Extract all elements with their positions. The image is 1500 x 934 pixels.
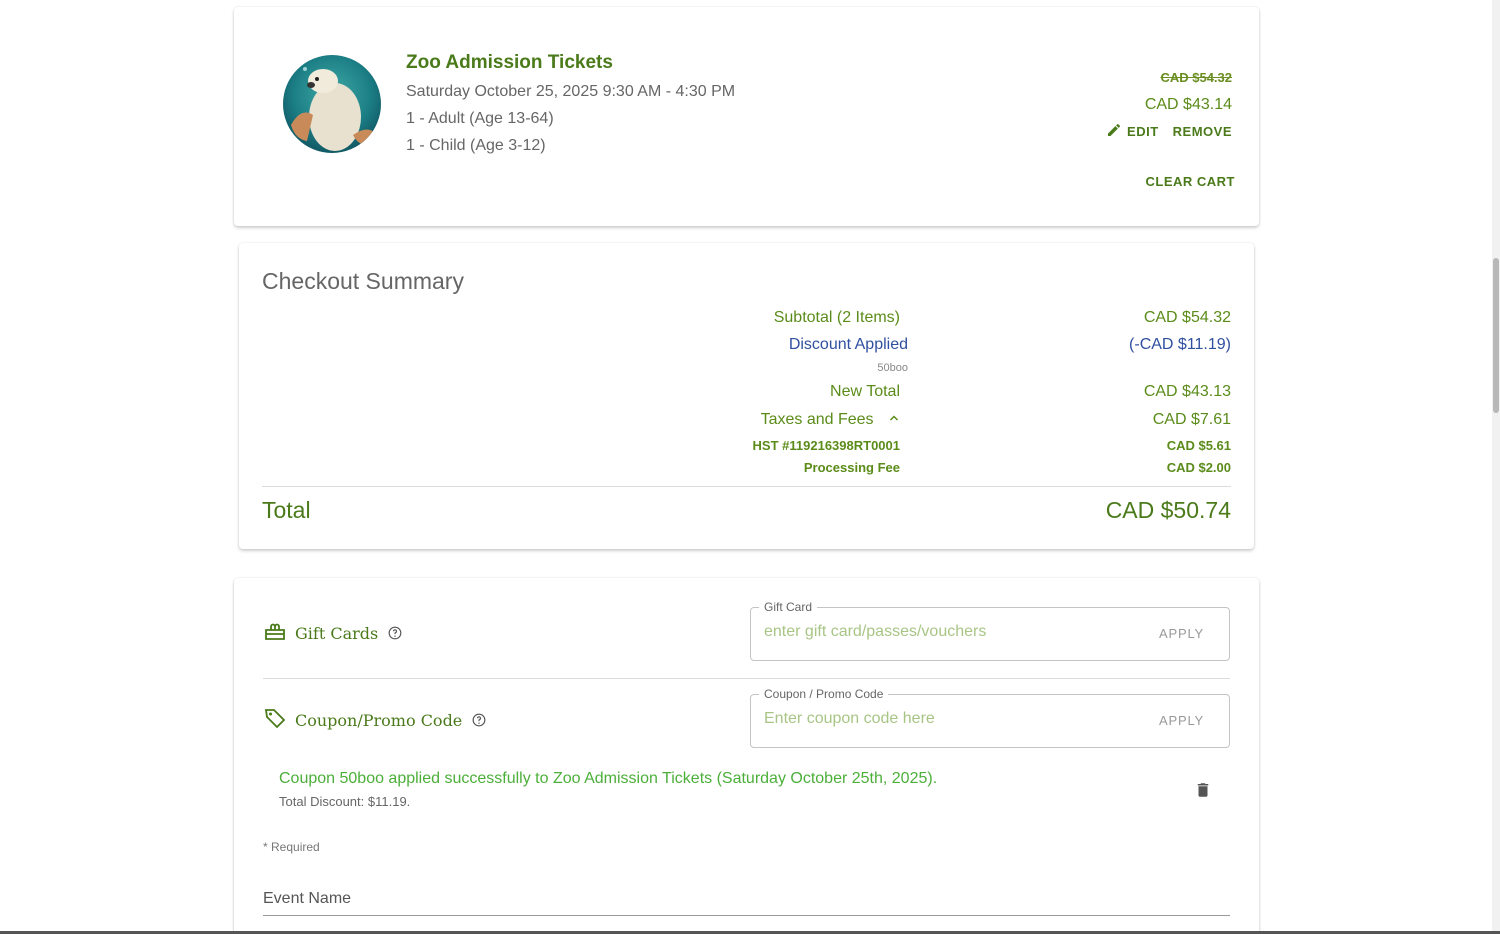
summary-divider [262,486,1231,487]
help-circle-icon[interactable] [472,713,486,727]
coupon-field: Coupon / Promo Code APPLY [750,687,1230,748]
discount-code: 50boo [877,362,908,374]
polar-bear-photo [283,55,381,153]
hst-value: CAD $5.61 [1166,438,1231,453]
checkout-summary-card: Checkout Summary Subtotal (2 Items) CAD … [239,243,1254,549]
gift-cards-label: Gift Cards [295,623,379,643]
processing-fee-value: CAD $2.00 [1166,460,1231,475]
page-scrollbar[interactable] [1492,0,1500,934]
summary-title: Checkout Summary [262,268,464,294]
item-adult-tickets: 1 - Adult (Age 13-64) [406,110,554,127]
event-name-label: Event Name [263,890,352,907]
chevron-up-icon [888,411,900,429]
taxes-toggle[interactable]: Taxes and Fees [761,411,900,429]
item-date: Saturday October 25, 2025 9:30 AM - 4:30… [406,83,736,100]
required-note: * Required [263,840,320,854]
cart-item-card: Zoo Admission Tickets Saturday October 2… [234,7,1259,226]
gift-card-input[interactable] [764,623,1124,641]
clear-cart-button[interactable]: CLEAR CART [1146,174,1236,189]
taxes-label: Taxes and Fees [760,411,874,429]
total-label: Total [262,497,311,523]
edit-button[interactable]: EDIT [1106,122,1159,141]
gift-card-field: Gift Card APPLY [750,600,1230,661]
subtotal-label: Subtotal (2 Items) [773,309,900,326]
hst-label: HST #119216398RT0001 [752,438,900,453]
item-child-tickets: 1 - Child (Age 3-12) [406,137,546,154]
discount-value: (-CAD $11.19) [1129,336,1231,353]
coupon-row: Coupon/Promo Code [263,706,486,734]
payment-divider [263,678,1230,679]
coupon-label: Coupon/Promo Code [295,710,463,730]
coupon-apply-button[interactable]: APPLY [1159,713,1204,728]
coupon-total-discount: Total Discount: $11.19. [279,794,411,809]
coupon-input[interactable] [764,710,1124,728]
coupon-field-label: Coupon / Promo Code [759,687,889,701]
item-title: Zoo Admission Tickets [406,52,613,73]
event-name-field[interactable]: Event Name [263,890,1230,916]
payment-card: Gift Cards Gift Card APPLY Coupon/Promo … [234,578,1259,934]
gift-icon [263,619,287,647]
taxes-value: CAD $7.61 [1152,411,1231,428]
discount-label: Discount Applied [788,336,908,353]
item-actions: EDIT REMOVE [1106,122,1232,141]
original-price: CAD $54.32 [1160,70,1232,85]
gift-card-apply-button[interactable]: APPLY [1159,626,1204,641]
discounted-price: CAD $43.14 [1144,96,1232,113]
new-total-value: CAD $43.13 [1143,383,1231,400]
subtotal-value: CAD $54.32 [1143,309,1231,326]
gift-card-field-label: Gift Card [759,600,818,614]
tag-icon [263,706,287,734]
total-value: CAD $50.74 [1105,497,1231,523]
scrollbar-thumb[interactable] [1493,258,1499,413]
edit-label: EDIT [1127,124,1159,139]
trash-icon[interactable] [1194,780,1212,805]
remove-button[interactable]: REMOVE [1173,124,1232,139]
pencil-icon [1106,122,1122,141]
new-total-label: New Total [830,383,900,400]
help-circle-icon[interactable] [388,626,402,640]
coupon-success-message: Coupon 50boo applied successfully to Zoo… [279,770,938,787]
processing-fee-label: Processing Fee [803,460,900,475]
gift-cards-row: Gift Cards [263,619,402,647]
